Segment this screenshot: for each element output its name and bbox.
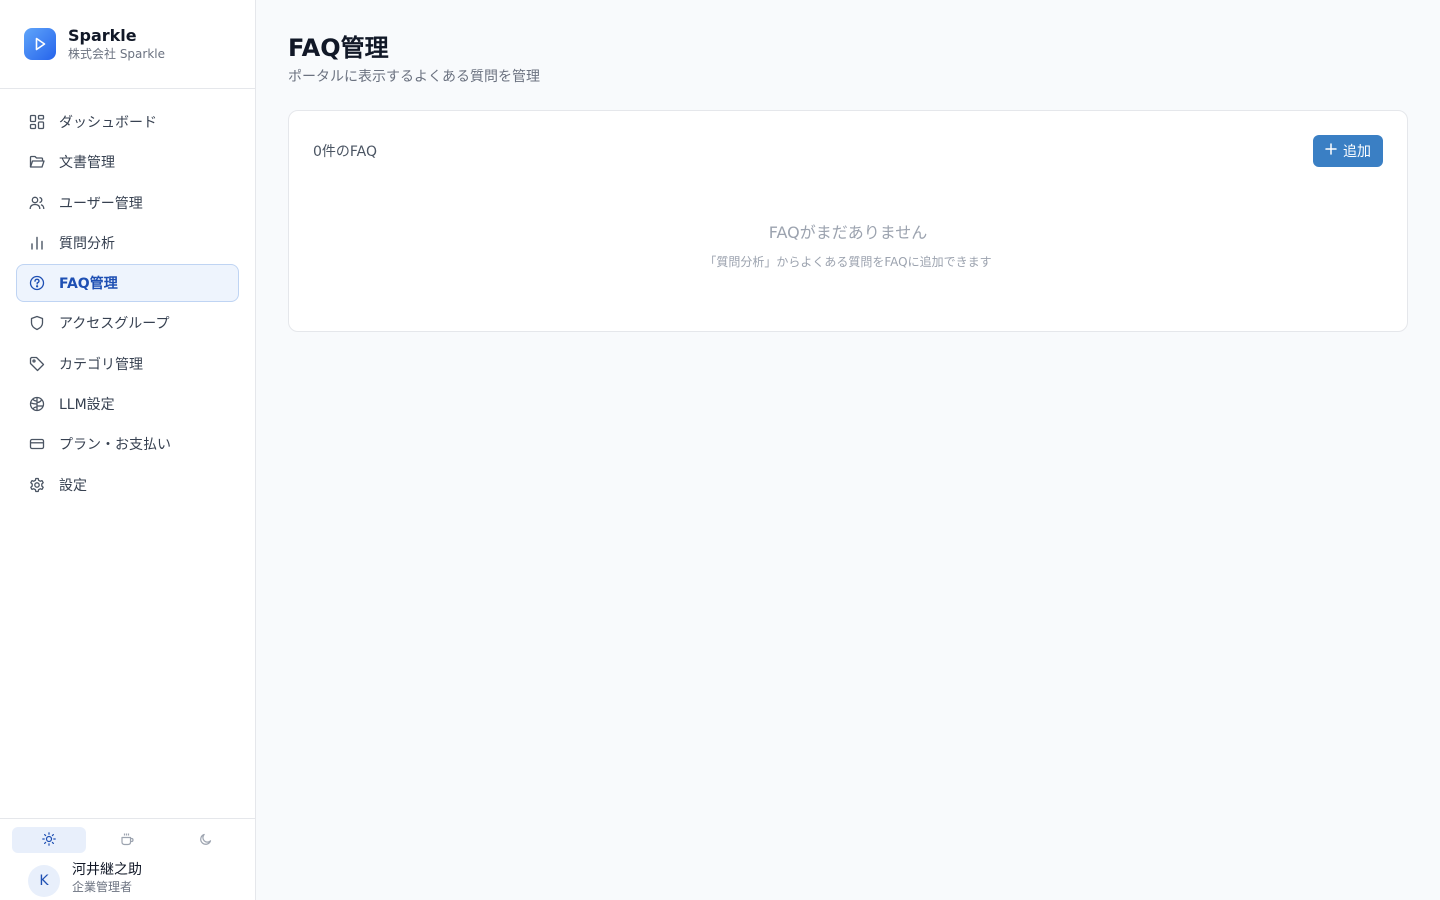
shield-icon: [28, 314, 46, 332]
sidebar-item-label: カテゴリ管理: [59, 356, 143, 373]
gear-icon: [28, 476, 46, 494]
sidebar-item-label: 文書管理: [59, 155, 115, 172]
faq-card-header: 0件のFAQ 追加: [289, 111, 1407, 167]
theme-light-button[interactable]: [12, 827, 87, 853]
user-text: 河井継之助 企業管理者: [72, 861, 142, 895]
empty-state: FAQがまだありません 「質問分析」からよくある質問をFAQに追加できます: [289, 219, 1407, 270]
sidebar-item-documents[interactable]: 文書管理: [16, 143, 239, 181]
brand-header: Sparkle 株式会社 Sparkle: [0, 0, 255, 89]
users-icon: [28, 194, 46, 212]
sidebar-item-label: LLM設定: [59, 397, 115, 414]
sidebar-item-dashboard[interactable]: ダッシュボード: [16, 103, 239, 141]
moon-icon: [199, 831, 213, 850]
help-circle-icon: [28, 274, 46, 292]
dashboard-icon: [28, 113, 46, 131]
sidebar-footer: K 河井継之助 企業管理者: [0, 818, 255, 900]
faq-count: 0件のFAQ: [313, 144, 378, 160]
sidebar-item-label: プラン・お支払い: [59, 437, 171, 454]
sidebar-item-categories[interactable]: カテゴリ管理: [16, 345, 239, 383]
user-name: 河井継之助: [72, 862, 142, 878]
sidebar-item-label: ユーザー管理: [59, 195, 143, 212]
empty-state-title: FAQがまだありません: [768, 223, 928, 242]
tag-icon: [28, 355, 46, 373]
brand-name: Sparkle: [68, 26, 137, 45]
brain-icon: [28, 395, 46, 413]
app-root: Sparkle 株式会社 Sparkle ダッシュボード 文書管理 ユーザー管理…: [0, 0, 1440, 900]
credit-card-icon: [28, 435, 46, 453]
theme-warm-button[interactable]: [90, 827, 164, 853]
sidebar-item-users[interactable]: ユーザー管理: [16, 184, 239, 222]
avatar: K: [28, 865, 60, 897]
theme-dark-button[interactable]: [169, 827, 243, 853]
page-subtitle: ポータルに表示するよくある質問を管理: [288, 69, 540, 85]
add-faq-button[interactable]: 追加: [1313, 135, 1383, 167]
bar-chart-icon: [28, 234, 46, 252]
add-faq-button-label: 追加: [1343, 144, 1371, 160]
folder-icon: [28, 153, 46, 171]
sidebar-nav: ダッシュボード 文書管理 ユーザー管理 質問分析 FAQ管理 アクセスグループ …: [0, 89, 255, 504]
sidebar-item-label: FAQ管理: [59, 276, 118, 293]
sidebar-item-llm-settings[interactable]: LLM設定: [16, 385, 239, 423]
brand-text: Sparkle 株式会社 Sparkle: [68, 26, 165, 62]
empty-state-description: 「質問分析」からよくある質問をFAQに追加できます: [704, 255, 992, 269]
faq-card: 0件のFAQ 追加 FAQがまだありません 「質問分析」からよくある質問をFAQ…: [288, 110, 1408, 332]
sidebar-item-access-groups[interactable]: アクセスグループ: [16, 304, 239, 342]
sidebar-item-settings[interactable]: 設定: [16, 466, 239, 504]
plus-icon: [1325, 143, 1337, 159]
sidebar-item-billing[interactable]: プラン・お支払い: [16, 425, 239, 463]
coffee-icon: [120, 831, 135, 850]
theme-switcher: [0, 819, 255, 853]
sidebar-item-label: 設定: [59, 477, 87, 494]
user-role: 企業管理者: [72, 880, 133, 894]
brand-company: 株式会社 Sparkle: [68, 47, 166, 61]
user-profile[interactable]: K 河井継之助 企業管理者: [0, 853, 255, 897]
sidebar-item-label: 質問分析: [59, 235, 115, 252]
sidebar-item-label: ダッシュボード: [59, 115, 157, 131]
sidebar-item-faq[interactable]: FAQ管理: [16, 264, 239, 303]
sidebar-item-label: アクセスグループ: [59, 316, 170, 333]
sidebar: Sparkle 株式会社 Sparkle ダッシュボード 文書管理 ユーザー管理…: [0, 0, 256, 900]
page-title: FAQ管理: [288, 34, 389, 62]
sidebar-item-question-analysis[interactable]: 質問分析: [16, 224, 239, 262]
brand-logo-icon[interactable]: [24, 28, 56, 60]
sun-icon: [42, 831, 56, 850]
main-content: FAQ管理 ポータルに表示するよくある質問を管理 0件のFAQ 追加 FAQがま…: [256, 0, 1440, 900]
